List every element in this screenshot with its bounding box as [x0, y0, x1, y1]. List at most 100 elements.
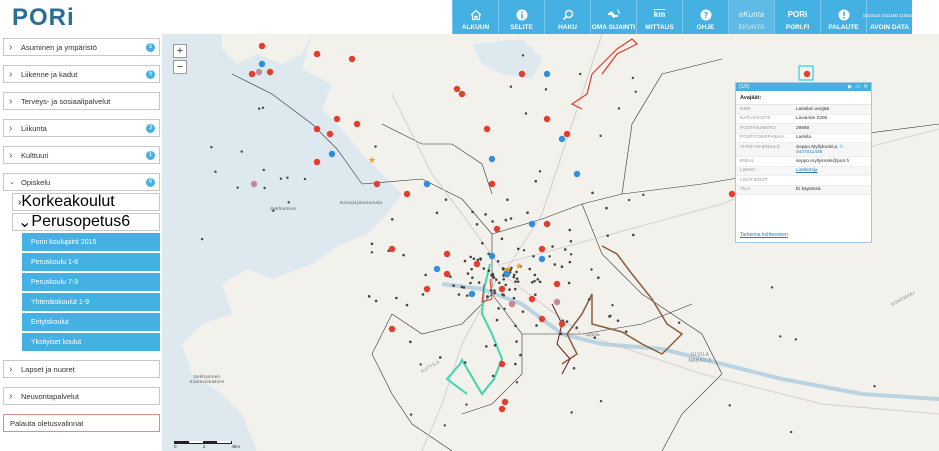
poi-dot[interactable]	[500, 237, 504, 241]
poi-dot[interactable]	[395, 296, 398, 300]
school-marker[interactable]	[498, 405, 506, 413]
poi-dot[interactable]	[515, 277, 519, 280]
poi-dot[interactable]	[617, 107, 621, 110]
poi-dot[interactable]	[605, 206, 608, 210]
poi-dot[interactable]	[466, 272, 470, 275]
school-marker[interactable]	[488, 180, 496, 188]
school-marker[interactable]	[388, 325, 396, 333]
school-marker[interactable]	[423, 285, 431, 293]
subcategory-korkeakoulut[interactable]: › Korkeakoulut	[12, 193, 160, 211]
poi-dot[interactable]	[873, 385, 876, 388]
poi-dot[interactable]	[536, 278, 540, 281]
poi-dot[interactable]	[240, 150, 243, 153]
poi-dot[interactable]	[504, 283, 508, 287]
poi-dot[interactable]	[493, 344, 497, 347]
poi-dot[interactable]	[409, 413, 413, 416]
poi-dot[interactable]	[497, 307, 500, 310]
school-marker-private[interactable]	[488, 155, 496, 163]
poi-dot[interactable]	[462, 286, 466, 289]
poi-dot[interactable]	[642, 193, 645, 197]
poi-dot[interactable]	[538, 280, 542, 284]
poi-dot[interactable]	[544, 88, 548, 91]
poi-dot[interactable]	[611, 303, 614, 307]
poi-dot[interactable]	[616, 319, 620, 322]
poi-dot[interactable]	[532, 254, 535, 258]
poi-dot[interactable]	[465, 294, 469, 297]
poi-dot[interactable]	[597, 276, 600, 280]
school-marker[interactable]	[538, 315, 546, 323]
school-marker[interactable]	[353, 120, 361, 128]
school-marker[interactable]	[248, 70, 256, 78]
poi-dot[interactable]	[519, 353, 522, 357]
poi-dot[interactable]	[515, 340, 518, 343]
skype-icon[interactable]: ©	[838, 145, 844, 150]
poi-dot[interactable]	[485, 345, 488, 348]
poi-dot[interactable]	[424, 273, 427, 277]
poi-dot[interactable]	[509, 217, 513, 220]
poi-dot[interactable]	[457, 293, 461, 296]
poi-dot[interactable]	[590, 268, 593, 271]
school-marker[interactable]	[458, 90, 466, 98]
poi-dot[interactable]	[495, 318, 499, 322]
poi-dot[interactable]	[634, 90, 637, 93]
special-marker[interactable]	[250, 180, 258, 188]
school-marker[interactable]	[443, 250, 451, 258]
zoom-in-button[interactable]: +	[173, 44, 187, 58]
poi-dot[interactable]	[515, 381, 519, 384]
poi-dot[interactable]	[606, 234, 610, 237]
poi-dot[interactable]	[471, 210, 474, 214]
school-marker[interactable]	[528, 295, 536, 303]
special-marker[interactable]	[553, 298, 561, 306]
layer-item[interactable]: Yksityiset koulut	[22, 333, 160, 351]
poi-dot[interactable]	[452, 284, 455, 287]
poi-dot[interactable]	[477, 281, 481, 284]
poi-dot[interactable]	[535, 324, 538, 327]
special-marker[interactable]	[508, 300, 516, 308]
toolbar-button-haku[interactable]: HAKU	[544, 0, 590, 34]
school-marker[interactable]	[453, 85, 461, 93]
category-opiskelu[interactable]: ⌄ Opiskelu 6	[3, 173, 160, 191]
poi-dot[interactable]	[493, 289, 496, 292]
star-marker[interactable]: ★	[504, 264, 512, 274]
school-marker[interactable]	[333, 115, 341, 123]
poi-dot[interactable]	[599, 134, 602, 138]
school-marker[interactable]	[803, 70, 811, 78]
zoom-to-feature-link[interactable]: Tarkenna kohteeseen	[740, 232, 788, 238]
category-liikenne-ja-kadut[interactable]: › Liikenne ja kadut 5	[3, 65, 160, 83]
school-marker-private[interactable]	[258, 60, 266, 68]
poi-dot[interactable]	[210, 146, 213, 149]
school-marker[interactable]	[313, 50, 321, 58]
poi-dot[interactable]	[463, 361, 467, 364]
poi-dot[interactable]	[479, 258, 482, 261]
school-marker[interactable]	[543, 220, 551, 228]
poi-dot[interactable]	[502, 277, 506, 281]
poi-dot[interactable]	[493, 291, 496, 295]
poi-dot[interactable]	[677, 321, 681, 324]
poi-dot[interactable]	[279, 177, 283, 180]
poi-dot[interactable]	[599, 399, 603, 403]
poi-dot[interactable]	[487, 269, 491, 273]
poi-dot[interactable]	[419, 363, 422, 366]
poi-dot[interactable]	[475, 222, 479, 226]
school-marker[interactable]	[518, 70, 526, 78]
poi-dot[interactable]	[789, 430, 793, 434]
school-marker[interactable]	[326, 130, 334, 138]
poi-dot[interactable]	[609, 314, 612, 318]
poi-dot[interactable]	[551, 245, 554, 248]
school-marker[interactable]	[501, 398, 509, 406]
school-marker[interactable]	[266, 68, 274, 76]
poi-dot[interactable]	[632, 233, 635, 237]
poi-dot[interactable]	[627, 198, 631, 202]
toolbar-button-palaute[interactable]: PALAUTE	[820, 0, 866, 34]
pori-logo[interactable]: PORi	[12, 4, 75, 32]
poi-dot[interactable]	[494, 278, 498, 281]
poi-dot[interactable]	[516, 280, 520, 283]
school-marker[interactable]	[483, 125, 491, 133]
poi-dot[interactable]	[728, 404, 731, 407]
poi-dot[interactable]	[516, 247, 520, 251]
poi-dot[interactable]	[528, 267, 532, 271]
poi-dot[interactable]	[534, 179, 538, 183]
toolbar-button-ekunta[interactable]: eKunta EKUNTA	[728, 0, 774, 34]
poi-dot[interactable]	[374, 299, 378, 303]
toolbar-button-pori-fi[interactable]: PORi PORI.FI	[774, 0, 820, 34]
